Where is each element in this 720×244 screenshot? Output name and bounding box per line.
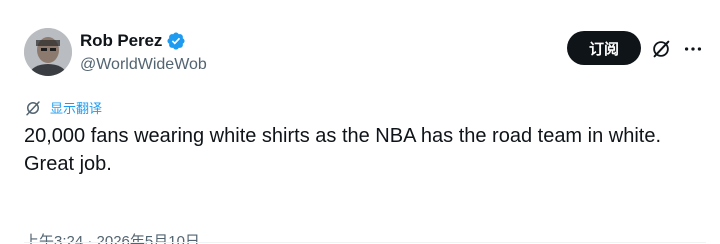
subscribe-button[interactable]: 订阅 xyxy=(567,31,641,65)
display-name[interactable]: Rob Perez xyxy=(80,31,162,51)
grok-icon[interactable] xyxy=(648,36,674,62)
tweet: Rob Perez @WorldWideWob 订阅 显示翻译 20,000 f… xyxy=(0,0,720,244)
show-translation-link[interactable]: 显示翻译 xyxy=(24,98,102,117)
divider xyxy=(24,242,706,243)
handle[interactable]: @WorldWideWob xyxy=(80,56,207,74)
avatar-image xyxy=(24,28,72,76)
translate-icon xyxy=(24,99,42,117)
show-translation-label: 显示翻译 xyxy=(50,101,103,116)
verified-badge-icon[interactable] xyxy=(166,31,186,51)
author-info: Rob Perez @WorldWideWob xyxy=(80,30,207,74)
more-icon[interactable] xyxy=(680,36,706,62)
avatar[interactable] xyxy=(24,28,72,76)
tweet-text: 20,000 fans wearing white shirts as the … xyxy=(24,125,662,175)
